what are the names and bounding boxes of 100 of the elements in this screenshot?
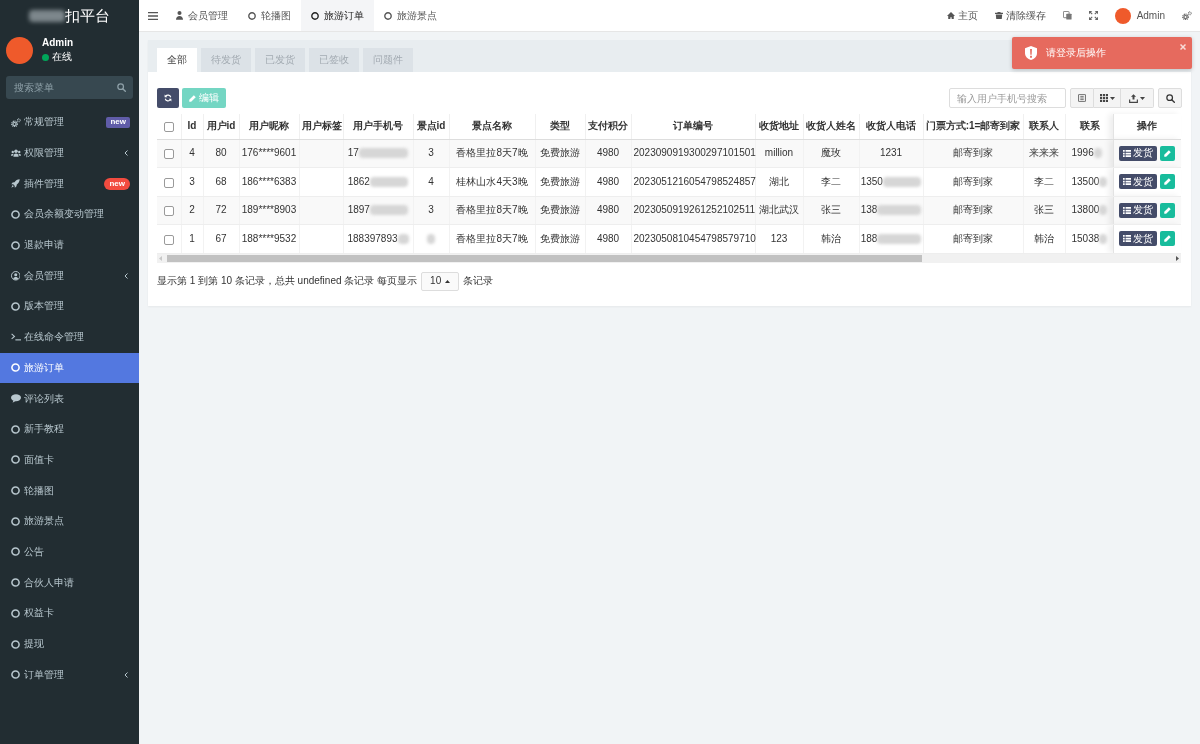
table-cell: 湖北武汉 xyxy=(755,196,803,225)
scrollbar-thumb[interactable] xyxy=(167,254,922,262)
column-header: 景点名称 xyxy=(449,114,535,139)
filter-tab[interactable]: 全部 xyxy=(157,48,197,72)
ship-button[interactable]: 发货 xyxy=(1119,174,1158,190)
circle-icon xyxy=(11,670,20,680)
table-cell: 1862 xyxy=(347,175,370,188)
sidebar-item[interactable]: 版本管理 xyxy=(0,291,139,322)
sidebar-item[interactable]: 面值卡 xyxy=(0,444,139,476)
nav-link[interactable]: 主页 xyxy=(946,9,978,22)
close-icon[interactable] xyxy=(1180,44,1186,50)
checkbox[interactable] xyxy=(163,149,174,159)
ship-button[interactable]: 发货 xyxy=(1119,231,1158,247)
table-cell: 17 xyxy=(347,147,359,160)
checkbox[interactable] xyxy=(163,122,174,132)
search-button[interactable] xyxy=(1158,88,1182,108)
ship-button[interactable]: 发货 xyxy=(1119,202,1158,218)
column-header: 用户标签 xyxy=(299,114,343,139)
sidebar-item[interactable]: 退款申请 xyxy=(0,229,139,261)
user-circle-icon xyxy=(10,271,21,281)
table-cell: 免费旅游 xyxy=(535,139,585,168)
edit-button[interactable] xyxy=(1160,202,1176,218)
checkbox[interactable] xyxy=(163,234,174,245)
logo-title: 扣平台 xyxy=(65,7,110,25)
sidebar-item[interactable]: 会员管理 xyxy=(0,260,139,292)
sidebar-item[interactable]: 公告 xyxy=(0,536,139,568)
expand-arrows-icon[interactable] xyxy=(1088,11,1098,20)
sidebar-item[interactable]: 提现 xyxy=(0,628,139,660)
table-cell: 免费旅游 xyxy=(535,224,585,253)
caret-icon xyxy=(445,279,451,283)
column-header: 订单编号 xyxy=(631,114,755,139)
gears-icon[interactable] xyxy=(1182,10,1192,21)
table-cell: 189****8903 xyxy=(239,196,299,225)
search-icon[interactable] xyxy=(117,83,126,92)
checkbox[interactable] xyxy=(163,177,174,188)
table-cell: 韩治 xyxy=(1023,224,1065,253)
sidebar-item[interactable]: 插件管理 new xyxy=(0,168,139,200)
users-icon xyxy=(10,149,21,158)
list-icon xyxy=(1123,235,1132,243)
sidebar-item[interactable]: 合伙人申请 xyxy=(0,567,139,598)
edit-button[interactable] xyxy=(1160,174,1176,190)
table-cell: 1897 xyxy=(347,204,370,217)
table-cell: 123 xyxy=(755,224,803,253)
export-button[interactable] xyxy=(1121,88,1154,108)
arrow-left-icon[interactable] xyxy=(159,255,162,261)
table-cell: 138 xyxy=(860,204,878,217)
table-cell: 15038 xyxy=(1071,232,1100,245)
table-cell: 邮寄到家 xyxy=(923,167,1023,196)
table-cell: 香格里拉8天7晚 xyxy=(449,224,535,253)
user-status: 在线 xyxy=(52,51,72,63)
checkbox[interactable] xyxy=(163,206,174,216)
sidebar-item[interactable]: 新手教程 xyxy=(0,413,139,445)
sidebar-item[interactable]: 常规管理 new xyxy=(0,107,139,138)
table-cell: 魔玫 xyxy=(803,139,859,168)
user-name[interactable]: Admin xyxy=(1136,9,1165,22)
edit-button[interactable] xyxy=(1160,231,1176,247)
circle-icon xyxy=(11,578,20,588)
table-cell: 188397893 xyxy=(347,232,398,245)
edit-button[interactable] xyxy=(1160,145,1176,161)
search-field[interactable]: 搜索菜单 xyxy=(6,76,133,99)
columns-button[interactable] xyxy=(1094,88,1121,108)
sidebar-item[interactable]: 轮播图 xyxy=(0,475,139,506)
sidebar-item[interactable]: 订单管理 xyxy=(0,659,139,691)
table-cell: 68 xyxy=(203,167,239,196)
nav-link[interactable]: 清除缓存 xyxy=(994,9,1046,22)
sidebar-item[interactable]: 旅游景点 xyxy=(0,505,139,537)
nav-tab[interactable]: 会员管理 xyxy=(166,0,238,31)
column-header: 用户手机号 xyxy=(343,114,413,139)
column-header: 景点id xyxy=(413,114,449,139)
toggle-view-button[interactable] xyxy=(1070,88,1094,108)
sidebar-item[interactable]: 评论列表 xyxy=(0,383,139,414)
sidebar-item[interactable]: 权益卡 xyxy=(0,598,139,629)
pencil-icon xyxy=(1164,235,1172,243)
nav-tab[interactable]: 旅游景点 xyxy=(374,0,447,31)
table-cell: 186****6383 xyxy=(239,167,299,196)
table-cell: 80 xyxy=(203,139,239,168)
sidebar-item[interactable]: 会员余额变动管理 xyxy=(0,199,139,230)
search-field[interactable]: 输入用户手机号搜索 xyxy=(949,88,1066,108)
pagination-suffix: 条记录 xyxy=(463,275,494,287)
table-cell: 4980 xyxy=(585,224,631,253)
caret-icon xyxy=(1109,96,1115,100)
sidebar-item[interactable]: 权限管理 xyxy=(0,137,139,169)
circle-icon xyxy=(11,608,20,618)
sidebar-item[interactable]: 旅游订单 xyxy=(0,352,139,384)
arrow-right-icon[interactable] xyxy=(1176,255,1179,261)
table-cell: 1 xyxy=(181,224,203,253)
circle-icon xyxy=(11,424,20,434)
menu-icon[interactable] xyxy=(148,11,158,20)
pages-icon[interactable] xyxy=(1062,11,1072,20)
refresh-button[interactable] xyxy=(157,88,179,108)
ship-button[interactable]: 发货 xyxy=(1119,145,1158,161)
sidebar-item[interactable]: 在线命令管理 xyxy=(0,321,139,353)
table-cell: 4980 xyxy=(585,167,631,196)
table-cell: 韩治 xyxy=(803,224,859,253)
trash-icon xyxy=(994,11,1003,20)
nav-tab[interactable]: 轮播图 xyxy=(238,0,301,31)
nav-tab[interactable]: 旅游订单 xyxy=(301,0,374,31)
table-cell: 72 xyxy=(203,196,239,225)
table-cell: 4 xyxy=(413,167,449,196)
page-size-select[interactable]: 10 xyxy=(421,271,460,291)
